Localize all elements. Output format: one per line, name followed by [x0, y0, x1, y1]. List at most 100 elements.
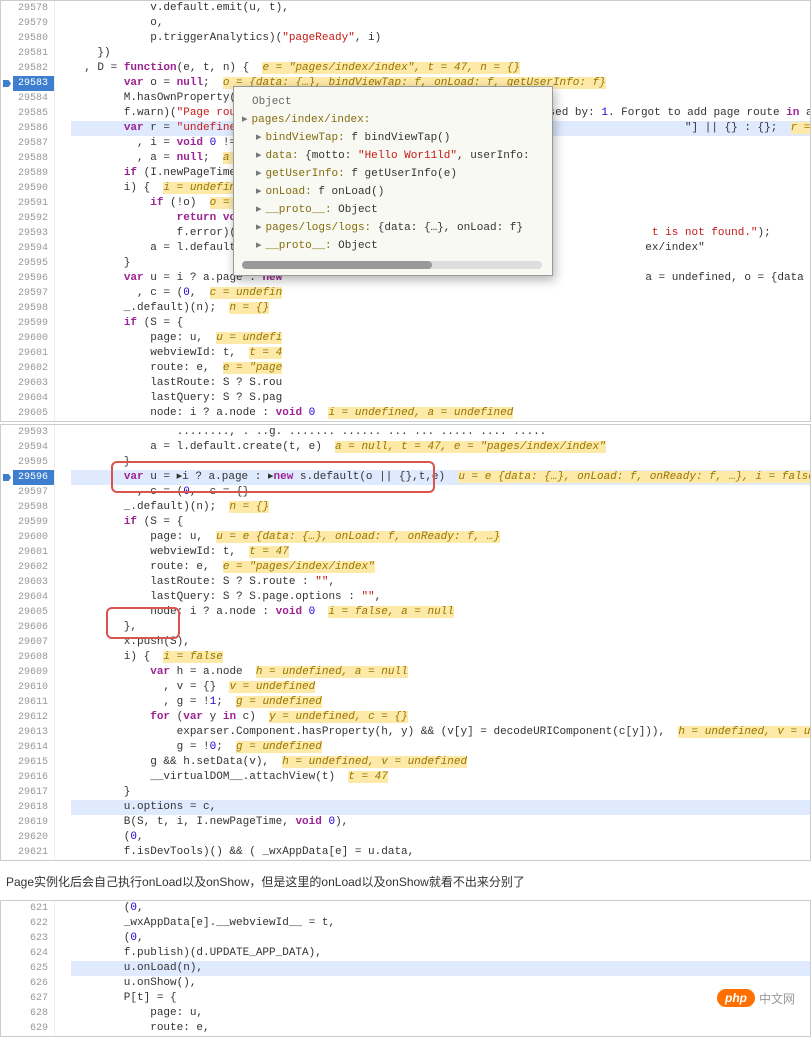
code-line[interactable]: 29599 if (S = {: [1, 316, 810, 331]
code-line[interactable]: 29607 x.push(S),: [1, 635, 810, 650]
code-line[interactable]: 29603 lastRoute: S ? S.rou: [1, 376, 810, 391]
code-content[interactable]: o,: [71, 16, 810, 31]
code-line[interactable]: 29603 lastRoute: S ? S.route : "",: [1, 575, 810, 590]
code-line[interactable]: 627 P[t] = {: [1, 991, 810, 1006]
code-content[interactable]: v.default.emit(u, t),: [71, 1, 810, 16]
code-line[interactable]: 29602 route: e, e = "page: [1, 361, 810, 376]
code-line[interactable]: 628 page: u,: [1, 1006, 810, 1021]
code-line[interactable]: 625 u.onLoad(n),: [1, 961, 810, 976]
code-line[interactable]: 29613 exparser.Component.hasProperty(h, …: [1, 725, 810, 740]
code-line[interactable]: 29596 var u = ▸i ? a.page : ▸new s.defau…: [1, 470, 810, 485]
code-line[interactable]: 29605 node: i ? a.node : void 0 i = fals…: [1, 605, 810, 620]
code-content[interactable]: route: e, e = "pages/index/index": [71, 560, 810, 575]
code-line[interactable]: 29610 , v = {} v = undefined: [1, 680, 810, 695]
code-line[interactable]: 29614 g = !0; g = undefined: [1, 740, 810, 755]
popup-property-row[interactable]: pages/logs/logs: {data: {…}, onLoad: f}: [242, 219, 542, 237]
code-line[interactable]: 29602 route: e, e = "pages/index/index": [1, 560, 810, 575]
popup-property-row[interactable]: pages/index/index:: [242, 111, 542, 129]
code-line[interactable]: 29615 g && h.setData(v), h = undefined, …: [1, 755, 810, 770]
code-line[interactable]: 621 (0,: [1, 901, 810, 916]
popup-property-row[interactable]: getUserInfo: f getUserInfo(e): [242, 165, 542, 183]
code-content[interactable]: lastRoute: S ? S.route : "",: [71, 575, 810, 590]
code-line[interactable]: 29582 , D = function(e, t, n) { e = "pag…: [1, 61, 810, 76]
code-line[interactable]: 29598 _.default)(n); n = {}: [1, 500, 810, 515]
code-content[interactable]: _.default)(n); n = {}: [71, 500, 810, 515]
code-content[interactable]: webviewId: t, t = 47: [71, 545, 810, 560]
code-line[interactable]: 29608 i) { i = false: [1, 650, 810, 665]
code-content[interactable]: },: [71, 620, 810, 635]
code-line[interactable]: 29593 ........, . ..g. ....... ...... ..…: [1, 425, 810, 440]
code-line[interactable]: 29606 },: [1, 620, 810, 635]
code-content[interactable]: lastQuery: S ? S.page.options : "",: [71, 590, 810, 605]
code-line[interactable]: 29618 u.options = c,: [1, 800, 810, 815]
code-content[interactable]: B(S, t, i, I.newPageTime, void 0),: [71, 815, 810, 830]
code-line[interactable]: 29620 (0,: [1, 830, 810, 845]
code-content[interactable]: , c = (0, c = {}: [71, 485, 810, 500]
object-inspector-popup[interactable]: Object pages/index/index:bindViewTap: f …: [233, 86, 553, 276]
popup-property-row[interactable]: data: {motto: "Hello Wor11ld", userInfo:: [242, 147, 542, 165]
code-content[interactable]: , v = {} v = undefined: [71, 680, 810, 695]
code-line[interactable]: 29605 node: i ? a.node : void 0 i = unde…: [1, 406, 810, 421]
popup-property-row[interactable]: __proto__: Object: [242, 237, 542, 255]
code-line[interactable]: 629 route: e,: [1, 1021, 810, 1036]
code-line[interactable]: 622 _wxAppData[e].__webviewId__ = t,: [1, 916, 810, 931]
code-content[interactable]: node: i ? a.node : void 0 i = false, a =…: [71, 605, 810, 620]
popup-property-row[interactable]: bindViewTap: f bindViewTap(): [242, 129, 542, 147]
popup-scrollbar[interactable]: [242, 261, 542, 269]
code-content[interactable]: i) { i = false: [71, 650, 810, 665]
code-line[interactable]: 29604 lastQuery: S ? S.page.options : ""…: [1, 590, 810, 605]
code-line[interactable]: 29579 o,: [1, 16, 810, 31]
code-line[interactable]: 29612 for (var y in c) y = undefined, c …: [1, 710, 810, 725]
code-line[interactable]: 29619 B(S, t, i, I.newPageTime, void 0),: [1, 815, 810, 830]
code-content[interactable]: }: [71, 455, 810, 470]
code-content[interactable]: P[t] = {: [71, 991, 810, 1006]
code-line[interactable]: 29598 _.default)(n); n = {}: [1, 301, 810, 316]
code-content[interactable]: p.triggerAnalytics)("pageReady", i): [71, 31, 810, 46]
code-line[interactable]: 29581 }): [1, 46, 810, 61]
code-content[interactable]: }: [71, 785, 810, 800]
code-content[interactable]: x.push(S),: [71, 635, 810, 650]
code-line[interactable]: 623 (0,: [1, 931, 810, 946]
code-content[interactable]: , D = function(e, t, n) { e = "pages/ind…: [71, 61, 810, 76]
code-content[interactable]: (0,: [71, 830, 810, 845]
code-content[interactable]: lastRoute: S ? S.rou: [71, 376, 810, 391]
code-line[interactable]: 29578 v.default.emit(u, t),: [1, 1, 810, 16]
code-content[interactable]: exparser.Component.hasProperty(h, y) && …: [71, 725, 810, 740]
code-content[interactable]: }): [71, 46, 810, 61]
code-content[interactable]: u.onShow(),: [71, 976, 810, 991]
code-line[interactable]: 29609 var h = a.node h = undefined, a = …: [1, 665, 810, 680]
code-line[interactable]: 29599 if (S = {: [1, 515, 810, 530]
code-line[interactable]: 29617 }: [1, 785, 810, 800]
code-line[interactable]: 29597 , c = (0, c = {}: [1, 485, 810, 500]
code-content[interactable]: , c = (0, c = undefin: [71, 286, 810, 301]
code-content[interactable]: (0,: [71, 901, 810, 916]
code-content[interactable]: g && h.setData(v), h = undefined, v = un…: [71, 755, 810, 770]
code-content[interactable]: for (var y in c) y = undefined, c = {}: [71, 710, 810, 725]
code-content[interactable]: __virtualDOM__.attachView(t) t = 47: [71, 770, 810, 785]
code-content[interactable]: _wxAppData[e].__webviewId__ = t,: [71, 916, 810, 931]
code-content[interactable]: if (S = {: [71, 515, 810, 530]
code-line[interactable]: 29597 , c = (0, c = undefin: [1, 286, 810, 301]
code-line[interactable]: 29616 __virtualDOM__.attachView(t) t = 4…: [1, 770, 810, 785]
code-content[interactable]: g = !0; g = undefined: [71, 740, 810, 755]
code-line[interactable]: 29600 page: u, u = e {data: {…}, onLoad:…: [1, 530, 810, 545]
code-content[interactable]: a = l.default.create(t, e) a = null, t =…: [71, 440, 810, 455]
code-content[interactable]: node: i ? a.node : void 0 i = undefined,…: [71, 406, 810, 421]
code-content[interactable]: if (S = {: [71, 316, 810, 331]
code-line[interactable]: 29580 p.triggerAnalytics)("pageReady", i…: [1, 31, 810, 46]
popup-property-row[interactable]: onLoad: f onLoad(): [242, 183, 542, 201]
code-content[interactable]: lastQuery: S ? S.pag: [71, 391, 810, 406]
code-pane-3[interactable]: 621 (0,622 _wxAppData[e].__webviewId__ =…: [0, 900, 811, 1037]
code-line[interactable]: 29604 lastQuery: S ? S.pag: [1, 391, 810, 406]
code-content[interactable]: page: u, u = e {data: {…}, onLoad: f, on…: [71, 530, 810, 545]
code-content[interactable]: page: u, u = undefi: [71, 331, 810, 346]
code-line[interactable]: 29595 }: [1, 455, 810, 470]
code-content[interactable]: route: e,: [71, 1021, 810, 1036]
code-line[interactable]: 29601 webviewId: t, t = 47: [1, 545, 810, 560]
code-content[interactable]: u.onLoad(n),: [71, 961, 810, 976]
code-line[interactable]: 29594 a = l.default.create(t, e) a = nul…: [1, 440, 810, 455]
code-content[interactable]: u.options = c,: [71, 800, 810, 815]
code-line[interactable]: 29621 f.isDevTools)() && ( _wxAppData[e]…: [1, 845, 810, 860]
code-content[interactable]: ........, . ..g. ....... ...... ... ... …: [71, 425, 810, 440]
code-content[interactable]: route: e, e = "page: [71, 361, 810, 376]
